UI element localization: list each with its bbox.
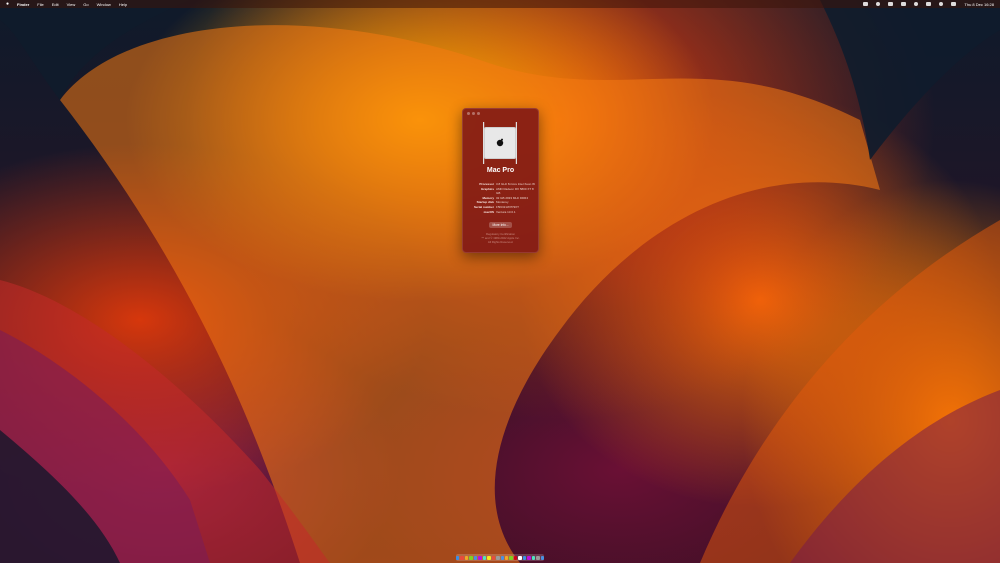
wifi-icon[interactable]	[914, 2, 919, 6]
dock-app-icon[interactable]	[527, 555, 531, 560]
dock-app-icon[interactable]	[536, 555, 540, 560]
dock-app-icon[interactable]	[491, 555, 496, 560]
spec-row: Graphics AMD Radeon RX 5800 XT 8 GB	[463, 187, 538, 196]
desktop-wallpaper	[0, 0, 1000, 563]
status-icon-3[interactable]	[888, 2, 894, 6]
dock-app-icon[interactable]	[496, 555, 500, 560]
dock-app-icon[interactable]	[455, 555, 460, 560]
battery-icon[interactable]	[926, 2, 932, 6]
zoom-button[interactable]	[477, 112, 480, 115]
dock-app-icon[interactable]	[513, 555, 518, 560]
minimize-button[interactable]	[472, 112, 475, 115]
menu-bar: ● Finder File Edit View Go Window Help T…	[0, 0, 1000, 8]
dock-app-icon[interactable]	[531, 555, 536, 560]
dock-app-icon[interactable]	[473, 555, 478, 560]
dock-app-icon[interactable]	[518, 555, 522, 560]
apple-menu-icon[interactable]: ●	[6, 1, 9, 7]
dock-app-icon[interactable]	[482, 555, 487, 560]
menu-help[interactable]: Help	[119, 2, 127, 7]
dock-app-icon[interactable]	[464, 555, 469, 560]
status-icon-4[interactable]	[901, 2, 907, 6]
dock-app-icon[interactable]	[478, 555, 482, 560]
spec-key: macOS	[483, 209, 494, 214]
mac-pro-image	[483, 122, 517, 164]
window-controls	[467, 112, 480, 115]
dock-app-icon[interactable]	[460, 555, 464, 560]
rights-text: All Rights Reserved.	[487, 239, 514, 244]
menu-view[interactable]: View	[67, 2, 76, 7]
control-center-icon[interactable]	[951, 2, 957, 6]
spec-value: Ventura 13.0.1	[496, 209, 516, 214]
dock	[455, 554, 545, 561]
spotlight-icon[interactable]	[939, 2, 944, 6]
menu-app-finder[interactable]: Finder	[17, 2, 29, 7]
spec-row: macOS Ventura 13.0.1	[463, 210, 538, 215]
legal-footer: Regulatory Certification ™ and © 1983-20…	[463, 232, 538, 244]
dock-app-icon[interactable]	[500, 555, 504, 560]
close-button[interactable]	[467, 112, 470, 115]
dock-app-icon[interactable]	[504, 555, 509, 560]
dock-app-icon[interactable]	[540, 555, 545, 560]
dock-app-icon[interactable]	[469, 555, 473, 560]
status-icon-2[interactable]	[876, 2, 881, 6]
dock-app-icon[interactable]	[522, 555, 527, 560]
spec-key: Graphics	[480, 186, 494, 191]
dock-app-icon[interactable]	[509, 555, 513, 560]
mac-model-title: Mac Pro	[486, 167, 515, 174]
menu-window[interactable]: Window	[97, 2, 111, 7]
spec-value: AMD Radeon RX 5800 XT 8 GB	[496, 186, 534, 196]
menu-go[interactable]: Go	[83, 2, 88, 7]
more-info-button[interactable]: More Info...	[489, 222, 512, 228]
menu-file[interactable]: File	[37, 2, 43, 7]
spec-list: Processor 3.8 GHz 8-Core Intel Xeon W Gr…	[463, 182, 538, 214]
dock-app-icon[interactable]	[487, 555, 491, 560]
status-icon-1[interactable]	[863, 2, 869, 6]
menu-edit[interactable]: Edit	[52, 2, 59, 7]
menu-clock[interactable]: Thu 8 Dec 16:28	[964, 2, 994, 7]
about-this-mac-window: Mac Pro Processor 3.8 GHz 8-Core Intel X…	[462, 108, 539, 253]
